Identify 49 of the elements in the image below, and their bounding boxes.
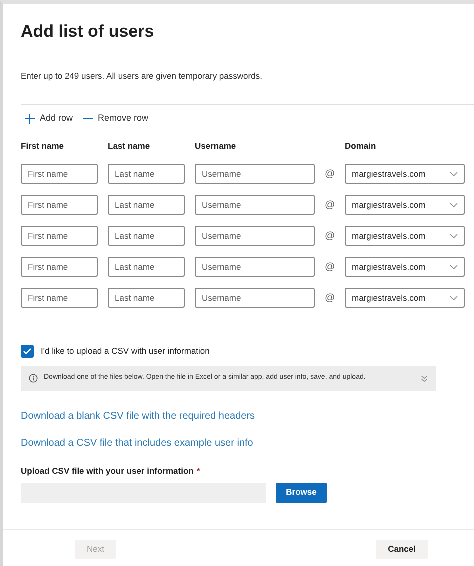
username-field[interactable]: Username: [195, 257, 315, 277]
column-header: Domain: [345, 140, 378, 153]
plus-icon: [25, 114, 35, 124]
first-name-field[interactable]: First name: [21, 257, 98, 277]
first-name-field[interactable]: First name: [21, 164, 98, 184]
last-name-field[interactable]: Last name: [108, 195, 185, 215]
username-field[interactable]: Username: [195, 164, 315, 184]
domain-dropdown[interactable]: margiestravels.com: [345, 288, 465, 308]
expand-icon[interactable]: [421, 374, 428, 382]
chevron-down-icon: [450, 172, 458, 176]
column-header: Last name: [108, 140, 152, 153]
column-header: First name: [21, 140, 65, 153]
chevron-down-icon: [450, 264, 458, 270]
chevron-down-icon: [450, 202, 458, 208]
at-sign: @: [325, 198, 335, 212]
checkbox[interactable]: [21, 345, 34, 358]
add-row-button[interactable]: Add row: [25, 112, 74, 126]
last-name-field[interactable]: Last name: [108, 257, 185, 277]
last-name-field[interactable]: Last name: [108, 288, 185, 308]
at-sign: @: [325, 168, 335, 182]
minus-icon: [83, 118, 94, 120]
upload-label: Upload CSV file with your user information *: [21, 465, 202, 478]
column-header: Username: [195, 140, 238, 153]
chevron-down-icon: [450, 234, 458, 238]
download-link[interactable]: Download a blank CSV file with the required headers: [21, 409, 256, 424]
first-name-field[interactable]: First name: [21, 288, 98, 308]
info-icon: [29, 374, 38, 383]
last-name-field[interactable]: Last name: [108, 164, 185, 184]
username-field[interactable]: Username: [195, 226, 315, 246]
domain-dropdown[interactable]: margiestravels.com: [345, 164, 465, 184]
at-sign: @: [325, 260, 335, 274]
browse-button[interactable]: Browse: [276, 482, 327, 503]
domain-dropdown[interactable]: margiestravels.com: [345, 257, 465, 277]
remove-row-button[interactable]: Remove row: [83, 112, 149, 126]
username-field[interactable]: Username: [195, 195, 315, 215]
page-title: Add list of users: [20, 21, 156, 42]
at-sign: @: [325, 292, 335, 306]
chevron-down-icon: [450, 296, 458, 300]
domain-dropdown[interactable]: margiestravels.com: [345, 195, 465, 215]
at-sign: @: [325, 230, 335, 244]
description: Enter up to 249 users. All users are given temporary passwords.: [21, 70, 264, 83]
first-name-field[interactable]: First name: [21, 195, 98, 215]
checkbox-label: I'd like to upload a CSV with user information: [41, 345, 210, 358]
first-name-field[interactable]: First name: [21, 226, 98, 246]
last-name-field[interactable]: Last name: [108, 226, 185, 246]
download-link[interactable]: Download a CSV file that includes example user info: [21, 436, 254, 451]
cancel-button[interactable]: Cancel: [376, 540, 428, 559]
domain-dropdown[interactable]: margiestravels.com: [345, 226, 465, 246]
username-field[interactable]: Username: [195, 288, 315, 308]
